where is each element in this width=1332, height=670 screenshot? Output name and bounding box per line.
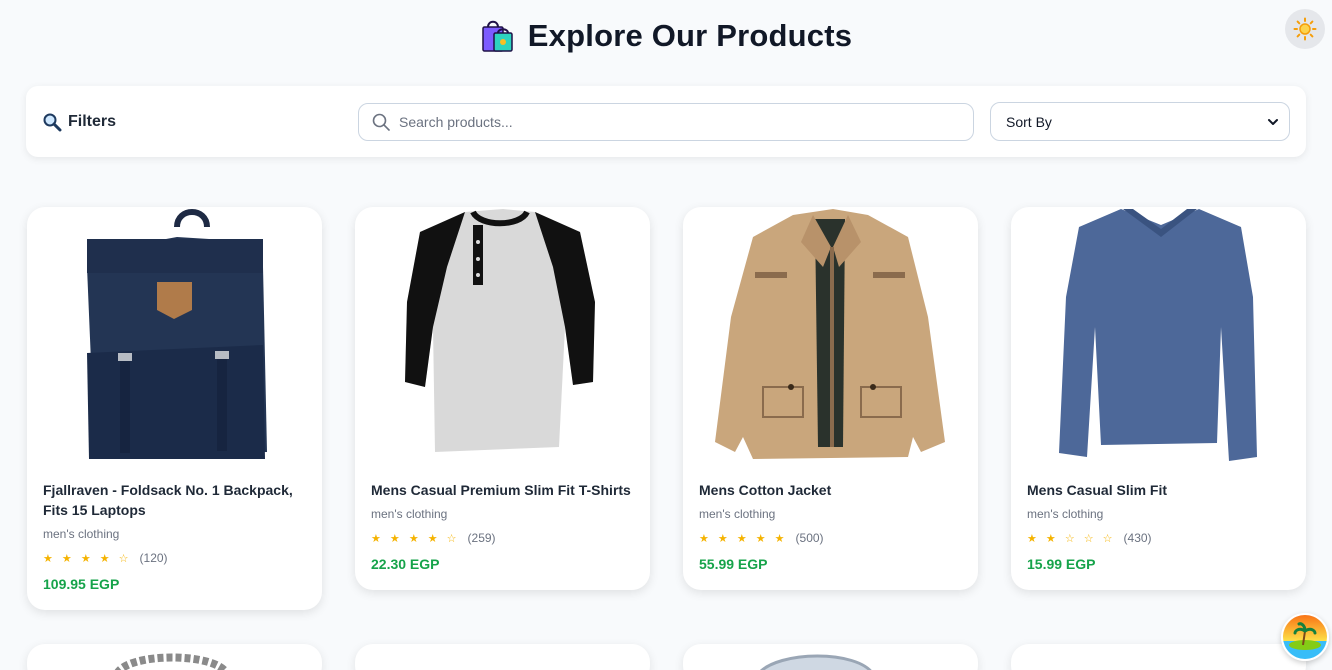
filters-button[interactable]: Filters [42,112,116,132]
product-image-cotton-jacket [715,209,945,459]
search-box[interactable] [358,103,974,141]
rating-stars: ★ ★ ★ ★ ★ [699,532,788,545]
product-card-partial[interactable] [1011,644,1306,670]
product-card-partial[interactable] [683,644,978,670]
product-rating: ★ ★ ★ ★ ☆ (120) [43,551,168,565]
theme-toggle-button[interactable] [1285,9,1325,49]
product-image-backpack [87,209,267,459]
product-card[interactable]: Mens Cotton Jacket men's clothing ★ ★ ★ … [683,207,978,590]
rating-stars: ★ ★ ★ ★ ☆ [371,532,460,545]
island-avatar-icon[interactable] [1281,613,1329,661]
product-category: men's clothing [43,527,120,541]
product-card[interactable]: Mens Casual Premium Slim Fit T-Shirts me… [355,207,650,590]
filter-toolbar: Filters Sort By [26,86,1306,157]
product-category: men's clothing [1027,507,1104,521]
search-input[interactable] [399,114,959,130]
product-rating: ★ ★ ★ ★ ☆ (259) [371,531,496,545]
rating-stars: ★ ★ ★ ★ ☆ [43,552,132,565]
page-title: Explore Our Products [527,18,853,53]
sort-select-value: Sort By [1006,113,1052,130]
product-image-long-sleeve-shirt [1059,209,1257,461]
sun-icon [1293,17,1317,41]
chevron-down-icon [1268,118,1278,125]
product-name[interactable]: Mens Cotton Jacket [699,480,967,500]
product-image-bracelet [115,653,229,670]
product-image-raglan-tshirt [405,209,595,452]
product-price: 55.99 EGP [699,556,768,572]
product-name[interactable]: Fjallraven - Foldsack No. 1 Backpack, Fi… [43,480,311,520]
product-card-partial[interactable] [355,644,650,670]
product-rating: ★ ★ ☆ ☆ ☆ (430) [1027,531,1152,545]
product-name[interactable]: Mens Casual Slim Fit [1027,480,1295,500]
product-image-ring [760,654,872,670]
rating-stars: ★ ★ ☆ ☆ ☆ [1027,532,1116,545]
product-category: men's clothing [371,507,448,521]
filters-label: Filters [68,113,117,130]
product-price: 22.30 EGP [371,556,440,572]
product-card[interactable]: Mens Casual Slim Fit men's clothing ★ ★ … [1011,207,1306,590]
product-category: men's clothing [699,507,776,521]
product-rating: ★ ★ ★ ★ ★ (500) [699,531,824,545]
product-price: 109.95 EGP [43,576,120,592]
sort-select[interactable]: Sort By [990,102,1290,141]
product-name[interactable]: Mens Casual Premium Slim Fit T-Shirts [371,480,639,500]
product-card-partial[interactable] [27,644,322,670]
search-icon [372,113,390,131]
product-card[interactable]: Fjallraven - Foldsack No. 1 Backpack, Fi… [27,207,322,610]
page-header: Explore Our Products [0,0,1332,80]
shopping-bags-icon [482,20,513,52]
title-wrap: Explore Our Products [0,18,1332,54]
rating-count: (430) [1123,531,1152,545]
product-price: 15.99 EGP [1027,556,1096,572]
rating-count: (259) [467,531,496,545]
rating-count: (120) [139,551,168,565]
rating-count: (500) [795,531,824,545]
magnifier-icon [43,113,62,132]
